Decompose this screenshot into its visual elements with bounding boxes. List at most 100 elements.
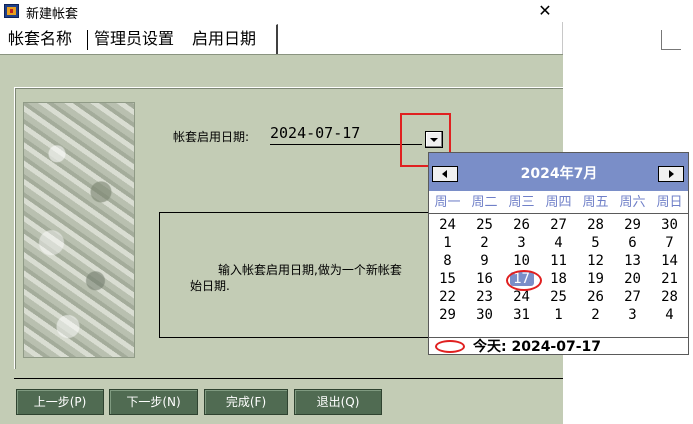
calendar-day[interactable]: 26 xyxy=(503,216,540,234)
today-label[interactable]: 今天: 2024-07-17 xyxy=(473,338,601,356)
calendar-day[interactable]: 15 xyxy=(429,270,466,288)
calendar-day[interactable]: 12 xyxy=(577,252,614,270)
calendar-day[interactable]: 8 xyxy=(429,252,466,270)
calendar-day-number: 27 xyxy=(550,217,567,233)
calendar-day-number: 4 xyxy=(665,307,674,323)
calendar-month-title: 2024年7月 xyxy=(520,166,598,182)
calendar-day-grid: 24 25 26 27 28 29 30 1 2 3 4 5 6 7 8 9 10 11 12 13 14 15 16 17 1… xyxy=(429,216,688,324)
calendar-day[interactable]: 19 xyxy=(577,270,614,288)
calendar-day[interactable]: 3 xyxy=(503,234,540,252)
calendar-day-number: 25 xyxy=(550,289,567,305)
calendar-day[interactable]: 13 xyxy=(614,252,651,270)
calendar-day-number: 25 xyxy=(476,217,493,233)
info-line-2: 始日期. xyxy=(190,279,230,293)
calendar-day[interactable]: 21 xyxy=(651,270,688,288)
calendar-day[interactable]: 10 xyxy=(503,252,540,270)
decorative-image xyxy=(23,102,135,358)
calendar-day-number: 23 xyxy=(476,289,493,305)
calendar-day[interactable]: 1 xyxy=(429,234,466,252)
calendar-day-number: 28 xyxy=(661,289,678,305)
calendar-day[interactable]: 29 xyxy=(614,216,651,234)
calendar-day[interactable]: 7 xyxy=(651,234,688,252)
calendar-day-number: 1 xyxy=(554,307,563,323)
calendar-day[interactable]: 2 xyxy=(577,306,614,324)
finish-button[interactable]: 完成(F) xyxy=(204,389,288,415)
today-row[interactable]: 今天: 2024-07-17 xyxy=(429,337,688,355)
calendar-day[interactable]: 26 xyxy=(577,288,614,306)
calendar-day[interactable]: 5 xyxy=(577,234,614,252)
next-button[interactable]: 下一步(N) xyxy=(109,389,198,415)
calendar-day[interactable]: 16 xyxy=(466,270,503,288)
calendar-day-number: 13 xyxy=(624,253,641,269)
calendar-day[interactable]: 2 xyxy=(466,234,503,252)
info-line-1: 输入帐套启用日期,做为一个新帐套 xyxy=(218,263,402,277)
calendar-day-number: 27 xyxy=(624,289,641,305)
calendar-day-number: 10 xyxy=(513,253,530,269)
calendar-day-number: 2 xyxy=(480,235,489,251)
window-title: 新建帐套 xyxy=(26,7,79,22)
calendar-day[interactable]: 22 xyxy=(429,288,466,306)
next-month-button[interactable] xyxy=(658,166,684,182)
tab-strip: 帐套名称 管理员设置 启用日期 xyxy=(0,24,563,54)
screen: 新建帐套 ✕ 帐套名称 管理员设置 启用日期 帐套启用日期: 2024-07-1… xyxy=(0,0,693,424)
calendar-day-number: 29 xyxy=(624,217,641,233)
calendar-week-row: 29 30 31 1 2 3 4 xyxy=(429,306,688,324)
calendar-week-row: 8 9 10 11 12 13 14 xyxy=(429,252,688,270)
calendar-day[interactable]: 4 xyxy=(540,234,577,252)
prev-button[interactable]: 上一步(P) xyxy=(16,389,104,415)
calendar-header: 2024年7月 xyxy=(429,153,688,191)
calendar-day[interactable]: 30 xyxy=(651,216,688,234)
calendar-day-number: 16 xyxy=(476,271,493,287)
calendar-day-number: 6 xyxy=(628,235,637,251)
weekday-wed: 周三 xyxy=(508,195,535,210)
calendar-day[interactable]: 6 xyxy=(614,234,651,252)
tab-account-name[interactable]: 帐套名称 xyxy=(8,26,72,52)
calendar-day-selected[interactable]: 17 xyxy=(503,270,542,291)
calendar-day[interactable]: 18 xyxy=(540,270,577,288)
weekday-tue: 周二 xyxy=(471,195,498,210)
calendar-day[interactable]: 24 xyxy=(429,216,466,234)
button-separator xyxy=(14,378,563,379)
calendar-day[interactable]: 25 xyxy=(540,288,577,306)
close-icon[interactable]: ✕ xyxy=(530,0,560,22)
calendar-day-number: 4 xyxy=(554,235,563,251)
calendar-day[interactable]: 14 xyxy=(651,252,688,270)
calendar-day-number: 24 xyxy=(439,217,456,233)
calendar-day-number: 19 xyxy=(587,271,604,287)
tab-start-date[interactable]: 启用日期 xyxy=(192,26,256,52)
start-date-field[interactable]: 2024-07-17 xyxy=(270,123,422,145)
calendar-day[interactable]: 23 xyxy=(466,288,503,306)
calendar-day[interactable]: 28 xyxy=(651,288,688,306)
calendar-day[interactable]: 29 xyxy=(429,306,466,324)
calendar-day-number: 30 xyxy=(476,307,493,323)
app-icon xyxy=(4,4,19,18)
weekday-fri: 周五 xyxy=(582,195,609,210)
title-bar: 新建帐套 ✕ xyxy=(0,0,563,22)
calendar-day-number: 3 xyxy=(517,235,526,251)
calendar-day[interactable]: 28 xyxy=(577,216,614,234)
calendar-day-number: 9 xyxy=(480,253,489,269)
prev-month-button[interactable] xyxy=(432,166,458,182)
calendar-day[interactable]: 31 xyxy=(503,306,540,324)
calendar-day[interactable]: 11 xyxy=(540,252,577,270)
calendar-day-number: 11 xyxy=(550,253,567,269)
calendar-day-number: 24 xyxy=(513,289,530,305)
calendar-day-number: 15 xyxy=(439,271,456,287)
calendar-day[interactable]: 3 xyxy=(614,306,651,324)
calendar-day[interactable]: 1 xyxy=(540,306,577,324)
calendar-day-number: 2 xyxy=(591,307,600,323)
calendar-day[interactable]: 9 xyxy=(466,252,503,270)
calendar-day[interactable]: 4 xyxy=(651,306,688,324)
calendar-dropdown-button[interactable] xyxy=(425,131,443,148)
calendar-day-number: 5 xyxy=(591,235,600,251)
calendar-day[interactable]: 25 xyxy=(466,216,503,234)
calendar-day[interactable]: 27 xyxy=(614,288,651,306)
tab-admin-settings[interactable]: 管理员设置 xyxy=(94,26,174,52)
calendar-day[interactable]: 20 xyxy=(614,270,651,288)
exit-button[interactable]: 退出(Q) xyxy=(294,389,382,415)
calendar-day-number: 17 xyxy=(513,271,530,287)
calendar-day[interactable]: 30 xyxy=(466,306,503,324)
calendar-day-number: 14 xyxy=(661,253,678,269)
weekday-thu: 周四 xyxy=(545,195,572,210)
calendar-day[interactable]: 27 xyxy=(540,216,577,234)
